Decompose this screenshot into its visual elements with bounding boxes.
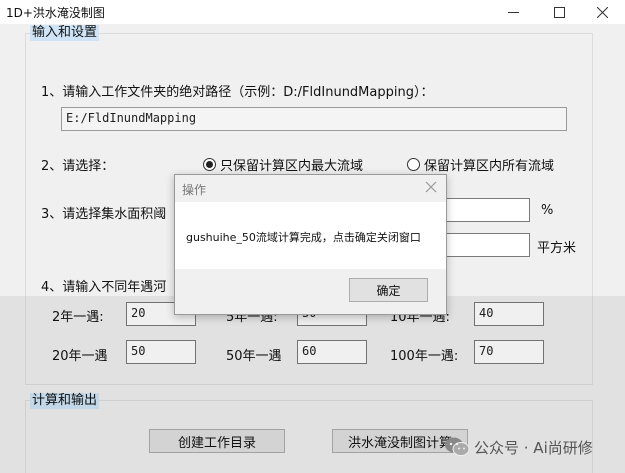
radio-largest-basin-label: 只保留计算区内最大流域 bbox=[220, 159, 364, 174]
close-icon[interactable] bbox=[424, 180, 438, 194]
dialog-body: gushuihe_50流域计算完成，点击确定关闭窗口 bbox=[175, 202, 446, 269]
step4-label: 4、请输入不同年遇河 bbox=[41, 280, 167, 295]
window-title: 1D+洪水淹没制图 bbox=[6, 6, 105, 20]
radio-dot-unselected bbox=[407, 158, 420, 171]
title-bar: 1D+洪水淹没制图 bbox=[0, 0, 625, 24]
wechat-icon bbox=[445, 437, 470, 456]
input-settings-legend: 输入和设置 bbox=[30, 25, 100, 41]
radio-dot-selected bbox=[203, 158, 216, 171]
minimize-icon bbox=[507, 11, 519, 13]
step2-label: 2、请选择： bbox=[41, 159, 115, 174]
minimize-button[interactable] bbox=[490, 0, 536, 24]
step3-label: 3、请选择集水面积阈 bbox=[41, 207, 167, 222]
maximize-button[interactable] bbox=[536, 0, 582, 24]
close-icon bbox=[596, 6, 608, 18]
close-button[interactable] bbox=[579, 0, 625, 24]
message-dialog: 操作 gushuihe_50流域计算完成，点击确定关闭窗口 确定 bbox=[174, 174, 447, 315]
workdir-path-input[interactable]: E:/FldInundMapping bbox=[61, 107, 567, 131]
radio-all-basins[interactable]: 保留计算区内所有流域 bbox=[407, 155, 554, 174]
watermark-text: 公众号 · Ai尚研修 bbox=[474, 438, 593, 457]
percent-unit: % bbox=[541, 203, 554, 218]
maximize-icon bbox=[553, 6, 565, 18]
step1-label: 1、请输入工作文件夹的绝对路径（示例：D:/FldInundMapping）： bbox=[41, 85, 434, 100]
radio-all-basins-label: 保留计算区内所有流域 bbox=[424, 159, 555, 174]
dialog-message: gushuihe_50流域计算完成，点击确定关闭窗口 bbox=[186, 231, 421, 244]
area-unit: 平方米 bbox=[537, 241, 577, 256]
dialog-ok-button[interactable]: 确定 bbox=[349, 278, 428, 302]
watermark: 公众号 · Ai尚研修 bbox=[444, 436, 593, 458]
radio-largest-basin[interactable]: 只保留计算区内最大流域 bbox=[203, 155, 363, 174]
dialog-title: 操作 bbox=[182, 183, 207, 197]
